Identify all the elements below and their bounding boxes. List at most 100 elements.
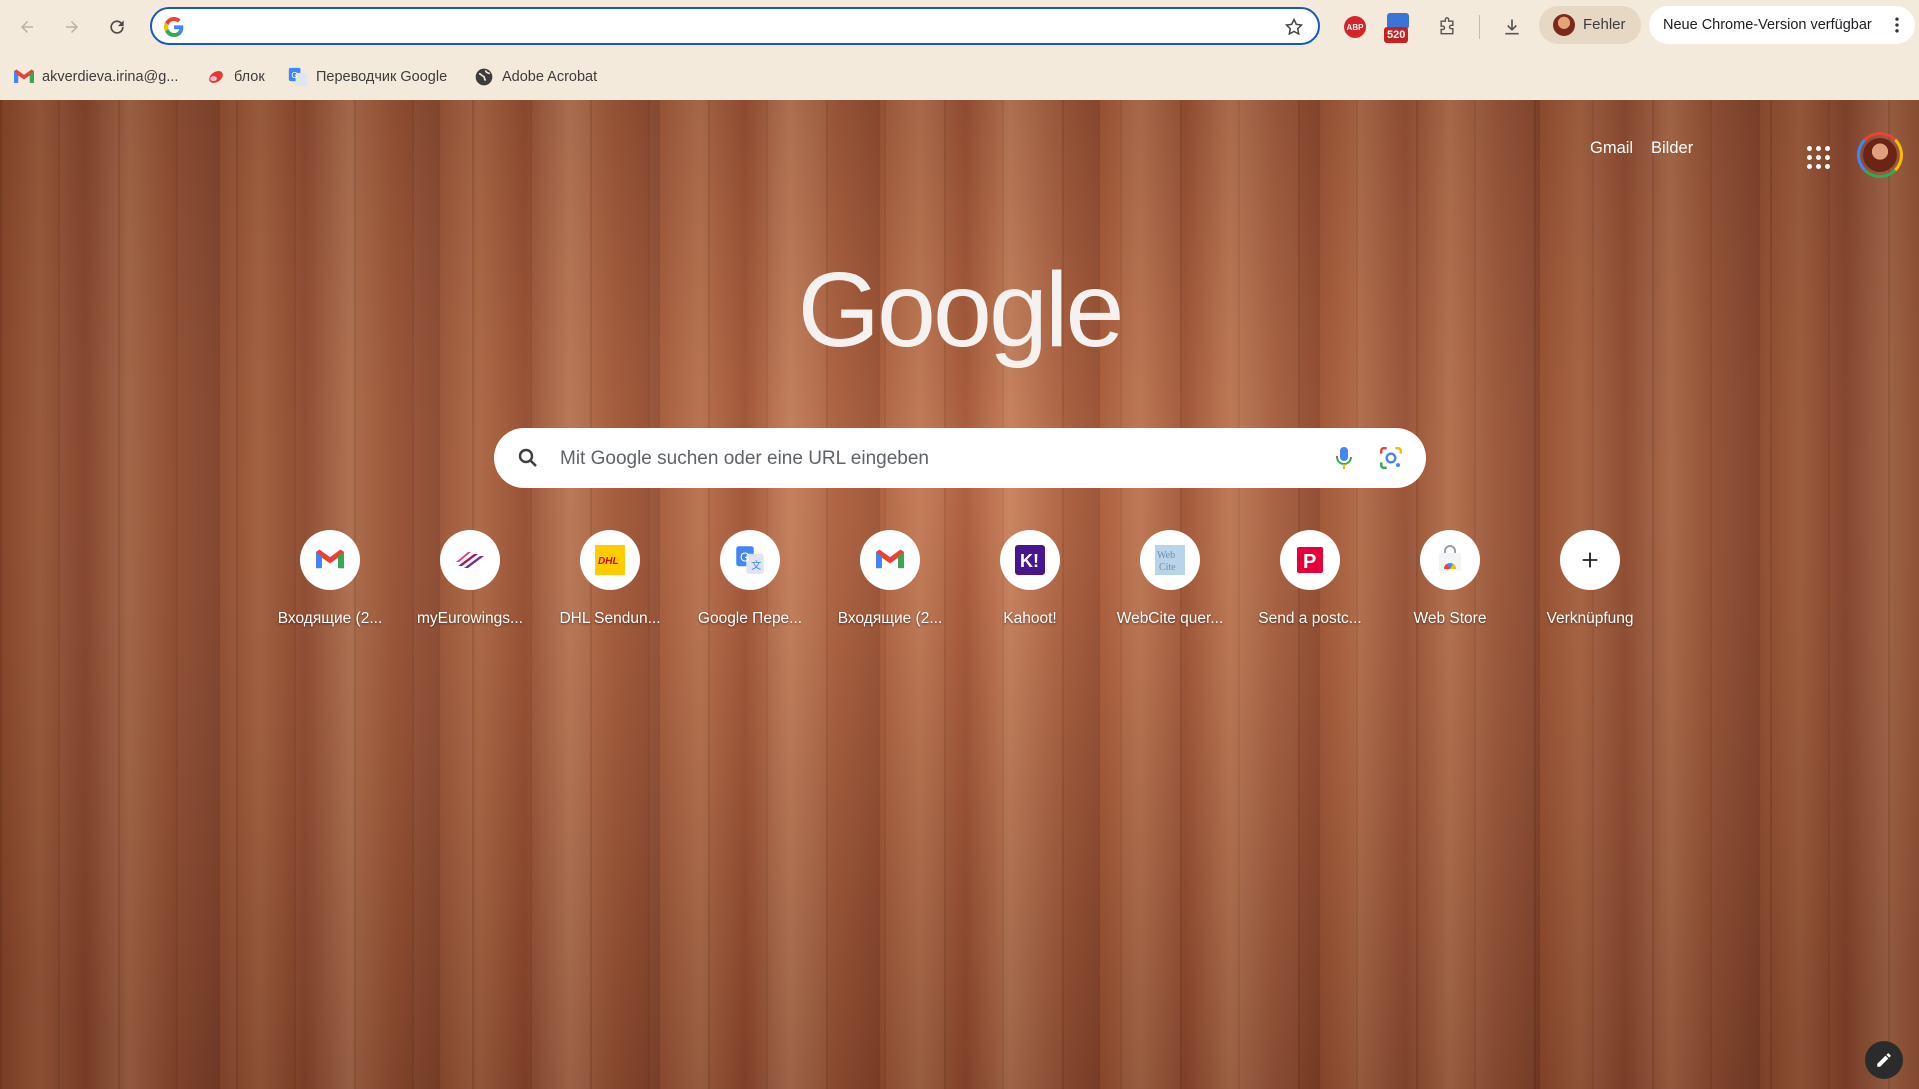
translate-icon: G <box>288 67 308 87</box>
translate-icon: G文 <box>736 546 764 574</box>
bookmarks-bar: akverdieva.irina@g... блок G Переводчик … <box>0 56 1919 100</box>
shortcut-icon-circle <box>1560 530 1620 590</box>
images-link[interactable]: Bilder <box>1651 139 1693 158</box>
shortcut-icon-circle: DHL <box>580 530 640 590</box>
shortcut-tile[interactable]: K! Kahoot! <box>974 530 1086 628</box>
star-icon[interactable] <box>1284 17 1304 37</box>
microphone-icon[interactable] <box>1332 445 1356 471</box>
bookmark-label: Переводчик Google <box>316 69 448 85</box>
chrome-update-button[interactable]: Neue Chrome-Version verfügbar <box>1649 6 1915 44</box>
bookmark-translate[interactable]: G Переводчик Google <box>288 64 447 90</box>
svg-text:P: P <box>1303 551 1316 573</box>
ntp-top-links: Gmail Bilder <box>1519 132 1919 180</box>
profile-avatar <box>1553 14 1575 36</box>
shortcut-tile[interactable]: DHL DHL Sendun... <box>554 530 666 628</box>
downloads-button[interactable] <box>1497 12 1527 42</box>
pencil-icon <box>1877 1053 1891 1067</box>
address-bar[interactable] <box>150 7 1320 45</box>
dhl-icon: DHL <box>595 545 625 575</box>
shortcut-tile[interactable]: Web Store <box>1394 530 1506 628</box>
apps-grid-icon[interactable] <box>1807 146 1831 170</box>
bookmark-gmail[interactable]: akverdieva.irina@g... <box>14 64 178 90</box>
bookmark-blok[interactable]: блок <box>206 64 265 90</box>
svg-text:DHL: DHL <box>598 556 619 567</box>
gmail-link[interactable]: Gmail <box>1590 139 1633 158</box>
forward-button[interactable] <box>55 10 89 44</box>
svg-text:G: G <box>291 70 297 80</box>
shortcut-label: Google Пере... <box>697 610 803 627</box>
puzzle-icon <box>1440 17 1454 35</box>
shortcut-tile[interactable]: myEurowings... <box>414 530 526 628</box>
reload-icon <box>110 20 124 34</box>
svg-text:Web: Web <box>1157 550 1175 561</box>
new-tab-page: Gmail Bilder Google Входящие (2... myEur… <box>0 100 1919 1089</box>
google-g-icon <box>164 17 184 37</box>
shortcut-icon-circle: Web Cite <box>1140 530 1200 590</box>
kahoot-icon: K! <box>1015 545 1045 575</box>
google-logo: Google <box>797 251 1125 369</box>
globe-icon <box>475 68 493 86</box>
bookmark-icon <box>209 71 223 83</box>
shortcut-icon-circle <box>300 530 360 590</box>
svg-text:G: G <box>740 550 750 564</box>
account-avatar[interactable] <box>1857 132 1903 178</box>
shortcut-label: DHL Sendun... <box>559 610 661 627</box>
extensions-button[interactable] <box>1432 12 1462 42</box>
arrow-right-icon <box>66 21 78 33</box>
shortcut-label: Входящие (2... <box>277 610 383 627</box>
more-vert-icon[interactable] <box>1887 14 1907 36</box>
shortcut-label: Входящие (2... <box>837 610 943 627</box>
shortcut-icon-circle <box>1420 530 1480 590</box>
adblock-extension[interactable]: ABP <box>1340 12 1370 42</box>
shortcut-icon-circle: G文 <box>720 530 780 590</box>
shortcut-tile[interactable]: G文 Google Пере... <box>694 530 806 628</box>
google-lens-icon[interactable] <box>1378 445 1404 471</box>
browser-toolbar: ABP 520 Fehler Neue Chrome-Version verfü… <box>0 0 1919 56</box>
bookmark-label: akverdieva.irina@g... <box>42 69 179 85</box>
bookmark-adobe[interactable]: Adobe Acrobat <box>474 64 597 90</box>
arrow-left-icon <box>21 21 33 33</box>
shortcut-label: Verknüpfung <box>1546 610 1634 627</box>
shortcut-label: Kahoot! <box>1003 610 1057 627</box>
svg-text:Cite: Cite <box>1159 562 1176 573</box>
gmail-icon <box>316 549 344 569</box>
shortcut-label: Web Store <box>1413 610 1487 627</box>
search-icon <box>518 448 537 467</box>
plus-icon <box>1582 552 1598 568</box>
add-shortcut-tile[interactable]: Verknüpfung <box>1534 530 1646 628</box>
gmail-icon <box>14 69 34 83</box>
shortcut-icon-circle: K! <box>1000 530 1060 590</box>
shortcut-label: WebCite quer... <box>1116 610 1224 627</box>
eurowings-icon <box>456 552 484 568</box>
customize-button[interactable] <box>1865 1041 1903 1079</box>
search-input[interactable] <box>558 444 1282 474</box>
bookmark-label: Adobe Acrobat <box>502 69 598 85</box>
shortcut-icon-circle <box>860 530 920 590</box>
shortcut-label: Send a postc... <box>1258 610 1362 627</box>
search-box[interactable] <box>494 428 1426 488</box>
postcard-icon: P <box>1297 547 1323 573</box>
shortcut-tile[interactable]: Входящие (2... <box>274 530 386 628</box>
calendar-extension[interactable]: 520 <box>1384 13 1412 47</box>
bookmark-label: блок <box>234 69 265 85</box>
webcite-icon: WebCite <box>1155 545 1185 575</box>
profile-status-label: Fehler <box>1583 16 1626 33</box>
shortcut-icon-circle: P <box>1280 530 1340 590</box>
abp-icon: ABP <box>1344 16 1366 38</box>
download-icon <box>1505 19 1519 35</box>
svg-text:K!: K! <box>1020 551 1039 571</box>
update-label: Neue Chrome-Version verfügbar <box>1663 17 1872 33</box>
extension-badge: 520 <box>1384 27 1409 43</box>
svg-text:文: 文 <box>751 559 761 572</box>
shortcut-tile[interactable]: P Send a postc... <box>1254 530 1366 628</box>
shortcut-label: myEurowings... <box>417 610 523 627</box>
profile-button[interactable]: Fehler <box>1539 6 1641 44</box>
toolbar-separator <box>1479 15 1480 39</box>
gmail-icon <box>876 549 904 569</box>
reload-button[interactable] <box>100 10 134 44</box>
shortcut-tile[interactable]: Web Cite WebCite quer... <box>1114 530 1226 628</box>
back-button[interactable] <box>10 10 44 44</box>
shortcut-tile[interactable]: Входящие (2... <box>834 530 946 628</box>
address-input[interactable] <box>192 13 1256 41</box>
webstore-icon <box>1439 545 1461 571</box>
